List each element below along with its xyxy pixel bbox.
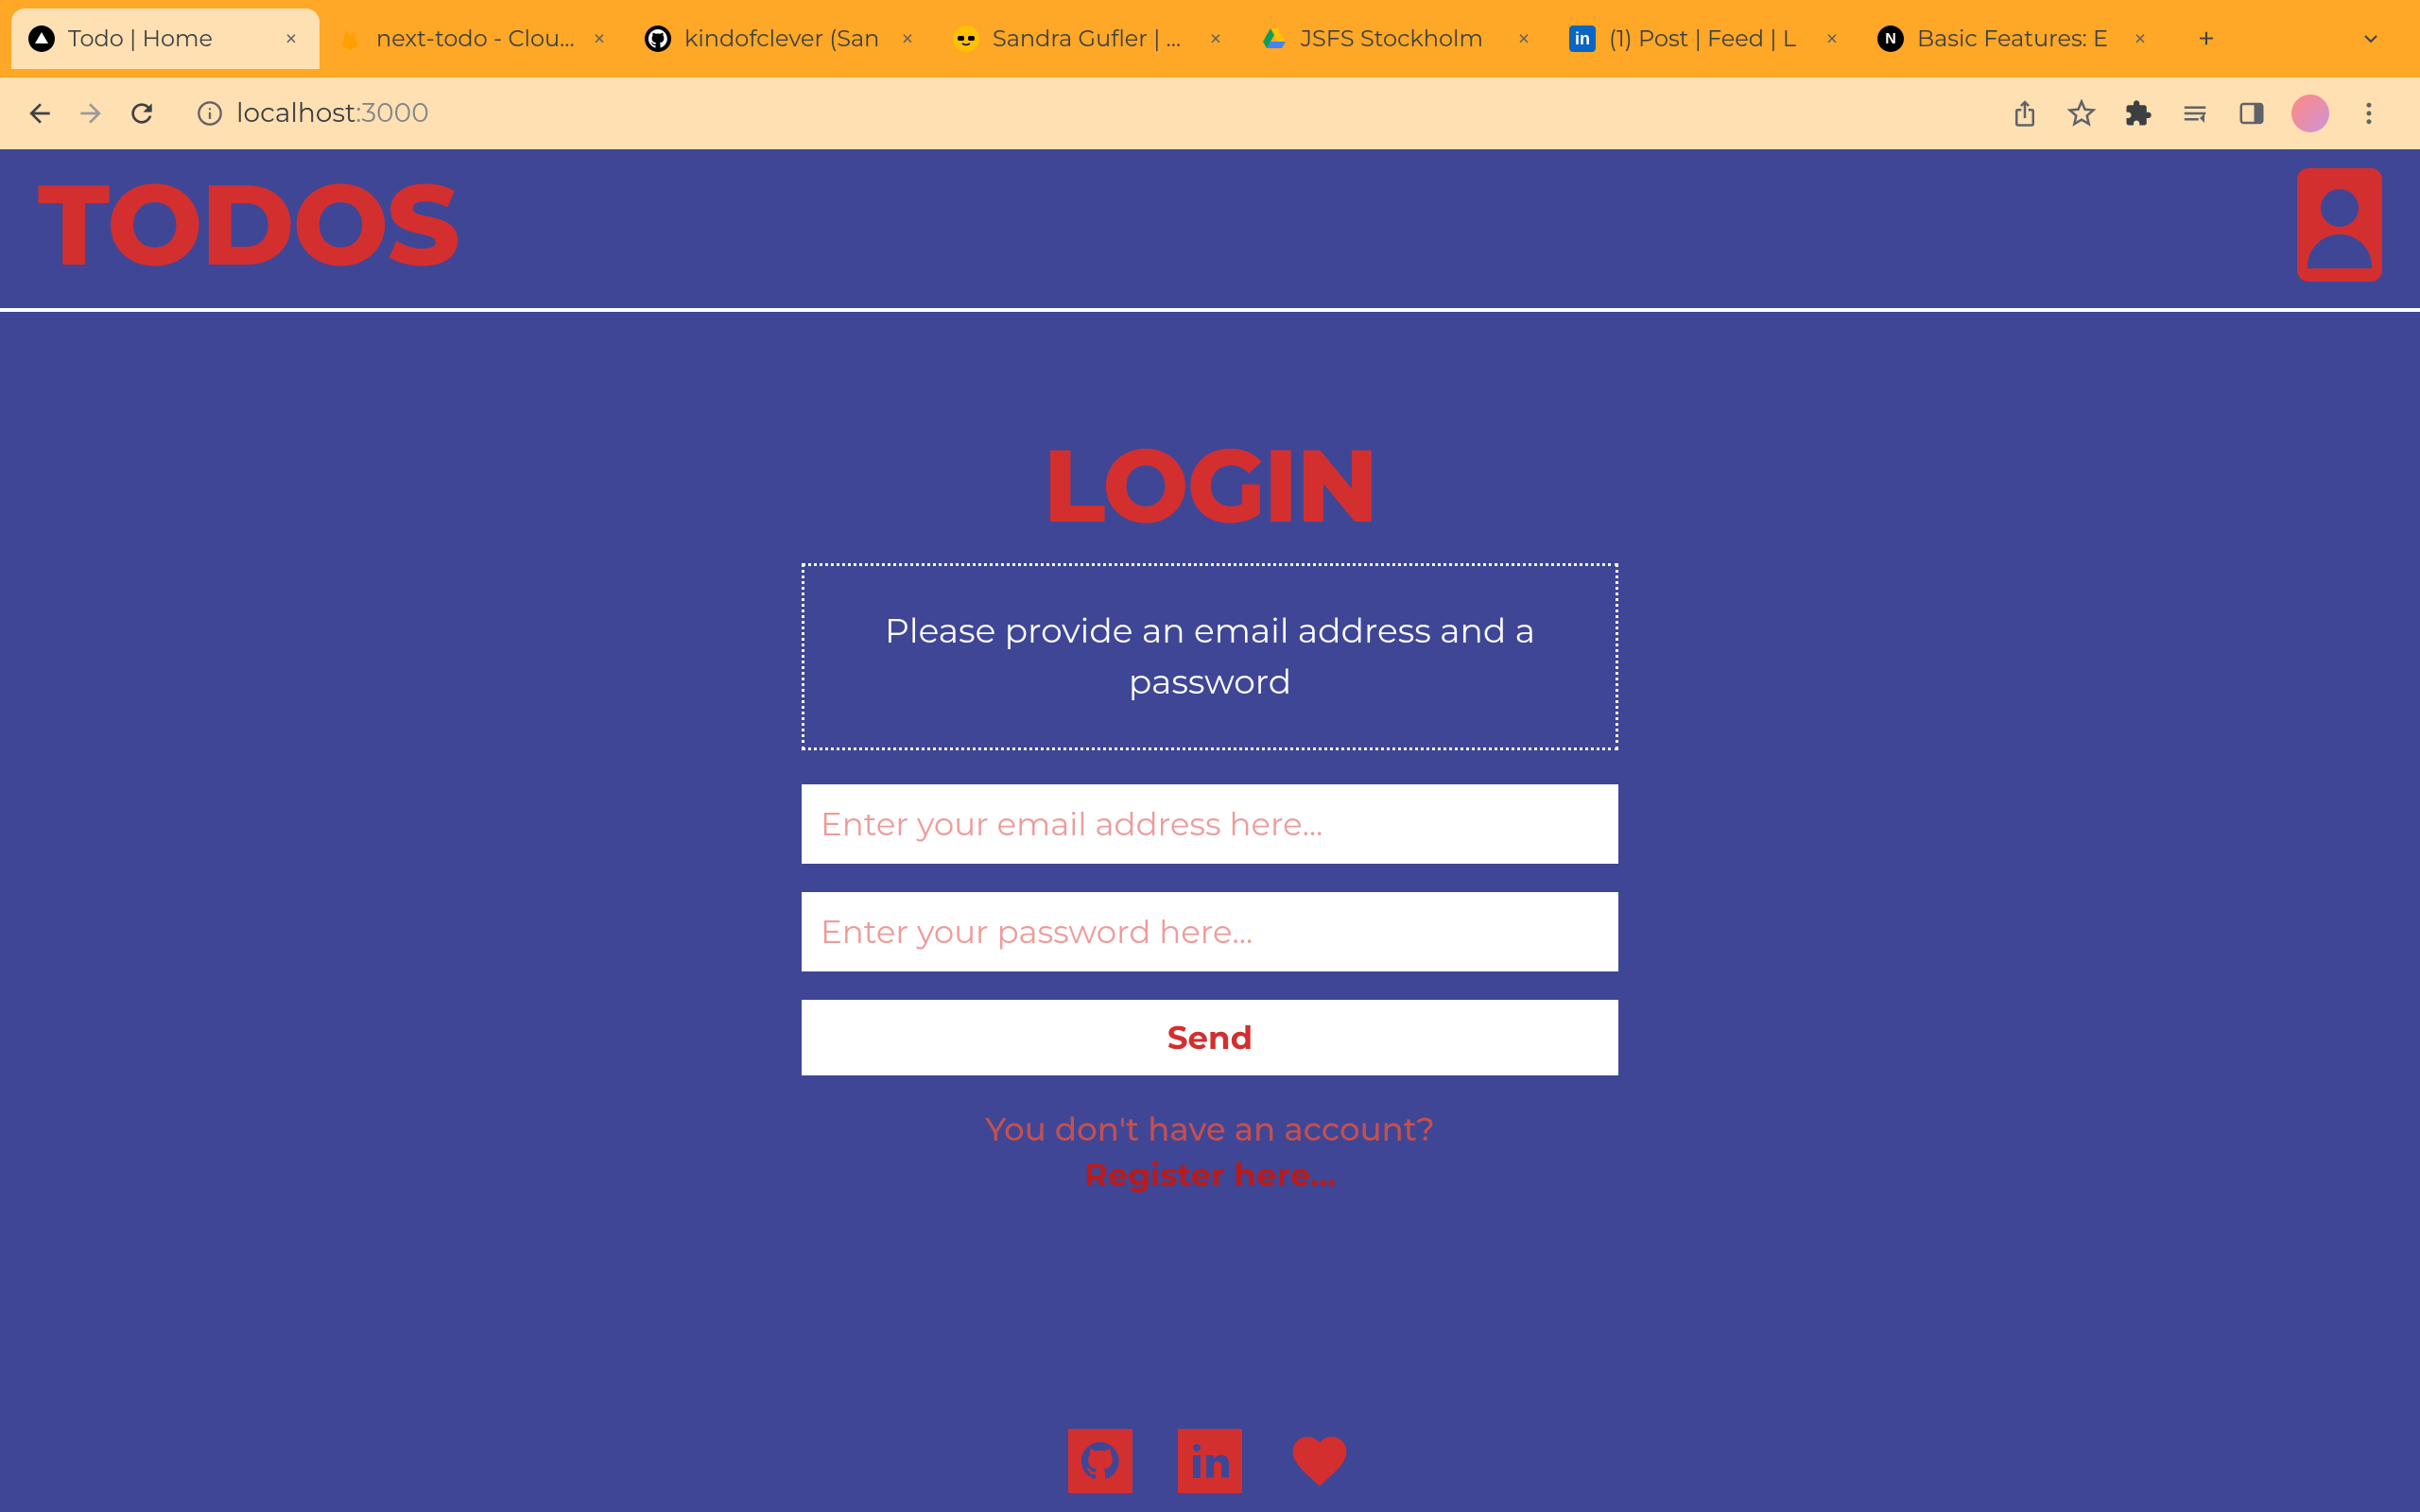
password-input[interactable] [802,892,1618,971]
url-host: localhost [236,97,355,129]
email-input[interactable] [802,784,1618,864]
github-link[interactable] [1068,1429,1132,1493]
new-tab-button[interactable]: + [2187,20,2225,58]
register-prompt: You don't have an account? [985,1109,1435,1149]
browser-toolbar: localhost:3000 [0,77,2420,149]
profile-avatar[interactable] [2291,94,2329,132]
browser-tab[interactable]: JSFS Stockholm × [1244,9,1552,69]
linkedin-icon [1178,1429,1242,1493]
browser-tab[interactable]: Todo | Home × [11,9,320,69]
favicon-triangle-icon [28,26,55,52]
close-icon[interactable]: × [1512,27,1535,50]
bookmark-icon[interactable] [2065,96,2099,130]
tab-title: Basic Features: E [1917,26,2116,53]
back-button[interactable] [23,96,57,130]
tab-title: Sandra Gufler | Fu [993,26,1191,53]
favicon-github-icon [645,26,671,52]
register-link[interactable]: Register here... [985,1155,1435,1194]
favicon-drive-icon [1261,26,1288,52]
heart-icon [1288,1429,1352,1493]
send-button[interactable]: Send [802,1000,1618,1075]
login-form: Send [802,784,1618,1075]
app-content: TODOS LOGIN Please provide an email addr… [0,149,2420,1512]
favicon-linkedin-icon: in [1569,26,1596,52]
register-section: You don't have an account? Register here… [985,1109,1435,1194]
reading-list-icon[interactable] [2178,96,2212,130]
main-content: LOGIN Please provide an email address an… [0,312,2420,1429]
tab-dropdown-icon[interactable] [2352,20,2390,58]
reload-button[interactable] [125,96,159,130]
github-icon [1068,1429,1132,1493]
favicon-nextjs-icon: N [1877,26,1904,52]
browser-tab[interactable]: next-todo - Cloud × [320,9,628,69]
browser-tab[interactable]: kindofclever (San × [628,9,936,69]
close-icon[interactable]: × [896,27,919,50]
account-icon[interactable] [2297,168,2382,282]
tab-title: kindofclever (San [684,26,883,53]
app-footer [0,1429,2420,1512]
close-icon[interactable]: × [588,27,611,50]
app-logo[interactable]: TODOS [38,168,458,282]
close-icon[interactable]: × [280,27,302,50]
tab-title: (1) Post | Feed | L [1609,26,1807,53]
app-header: TODOS [0,149,2420,312]
svg-text:N: N [1885,31,1896,47]
browser-chrome: Todo | Home × next-todo - Cloud × kindof… [0,0,2420,149]
svg-text:in: in [1575,29,1590,48]
favicon-firebase-icon [337,26,363,52]
instruction-text: Please provide an email address and a pa… [861,606,1559,708]
forward-button[interactable] [74,96,108,130]
menu-icon[interactable] [2352,96,2386,130]
close-icon[interactable]: × [1821,27,1843,50]
close-icon[interactable]: × [1204,27,1227,50]
share-icon[interactable] [2008,96,2042,130]
address-bar[interactable]: localhost:3000 [176,87,1979,140]
tab-title: Todo | Home [68,26,267,53]
tab-bar: Todo | Home × next-todo - Cloud × kindof… [0,0,2420,77]
url-path: :3000 [355,97,428,129]
tab-title: JSFS Stockholm [1301,26,1499,53]
heart-link[interactable] [1288,1429,1352,1493]
browser-tab[interactable]: Sandra Gufler | Fu × [936,9,1244,69]
site-info-icon[interactable] [195,98,225,129]
extensions-icon[interactable] [2121,96,2155,130]
browser-tab[interactable]: in (1) Post | Feed | L × [1552,9,1860,69]
linkedin-link[interactable] [1178,1429,1242,1493]
panel-icon[interactable] [2235,96,2269,130]
instruction-box: Please provide an email address and a pa… [802,563,1618,750]
close-icon[interactable]: × [2129,27,2152,50]
login-title: LOGIN [1044,435,1377,537]
tab-title: next-todo - Cloud [376,26,575,53]
browser-tab[interactable]: N Basic Features: E × [1860,9,2169,69]
favicon-sunglasses-icon [953,26,979,52]
